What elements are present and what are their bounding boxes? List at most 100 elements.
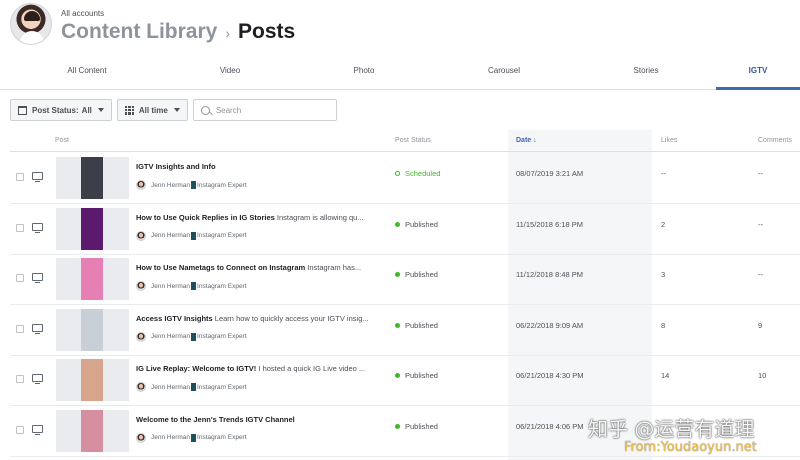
author-name: Jenn Herman xyxy=(151,232,191,239)
author-name: Jenn Herman xyxy=(151,333,191,340)
author-separator xyxy=(191,383,197,391)
tab-igtv[interactable]: IGTV xyxy=(716,56,800,90)
post-date: 06/21/2018 4:30 PM xyxy=(516,371,584,380)
likes-count: 14 xyxy=(661,371,670,380)
post-date: 06/21/2018 4:06 PM xyxy=(516,421,584,431)
comments-count: -- xyxy=(758,219,763,229)
thumbnail-image xyxy=(81,409,103,452)
table-header: Post Post Status Date ↓ Likes Comments xyxy=(10,130,800,152)
post-thumbnail[interactable] xyxy=(56,308,129,351)
monitor-icon xyxy=(32,222,43,233)
caret-down-icon xyxy=(173,108,180,112)
search-icon xyxy=(200,105,210,115)
column-header-comments[interactable]: Comments xyxy=(758,130,792,152)
column-header-date[interactable]: Date ↓ xyxy=(516,130,537,152)
status-badge: Published xyxy=(395,371,438,380)
column-header-likes[interactable]: Likes xyxy=(661,130,677,152)
search-box[interactable] xyxy=(192,99,337,121)
status-badge: Published xyxy=(395,321,438,330)
post-title-text: How to Use Nametags to Connect on Instag… xyxy=(136,263,306,272)
author-separator xyxy=(191,231,197,240)
status-text: Published xyxy=(405,421,438,431)
table-row[interactable]: How to Use Quick Replies in IG Stories I… xyxy=(10,204,800,255)
author-avatar xyxy=(136,281,146,291)
thumbnail-image xyxy=(81,359,103,401)
row-checkbox[interactable] xyxy=(16,274,24,282)
column-header-post[interactable]: Post xyxy=(55,130,69,152)
search-input[interactable] xyxy=(215,105,326,115)
row-checkbox[interactable] xyxy=(16,425,24,434)
page-title: Posts xyxy=(238,20,296,43)
author-separator xyxy=(191,332,197,341)
post-description: I hosted a quick IG Live video ... xyxy=(258,364,366,373)
table-row[interactable]: How to Use Nametags to Connect on Instag… xyxy=(10,254,800,305)
likes-count: 8 xyxy=(661,320,666,330)
post-description: Instagram has... xyxy=(307,263,362,272)
tab-carousel[interactable]: Carousel xyxy=(462,56,546,90)
row-checkbox[interactable] xyxy=(16,223,24,232)
post-title-text: Welcome to the Jenn's Trends IGTV Channe… xyxy=(136,414,295,424)
post-thumbnail[interactable] xyxy=(56,409,129,452)
author-avatar xyxy=(136,382,146,392)
post-thumbnail[interactable] xyxy=(56,258,129,300)
post-title[interactable]: IG Live Replay: Welcome to IGTV! I hoste… xyxy=(136,364,376,373)
author-separator xyxy=(191,282,197,290)
row-checkbox[interactable] xyxy=(16,173,24,181)
author-name: Jenn Herman xyxy=(151,181,191,189)
author-avatar xyxy=(136,331,146,342)
post-title[interactable]: How to Use Nametags to Connect on Instag… xyxy=(136,263,376,272)
tab-photo[interactable]: Photo xyxy=(322,56,406,90)
status-badge: Published xyxy=(395,422,438,431)
time-range-filter[interactable]: All time xyxy=(116,99,188,121)
post-thumbnail[interactable] xyxy=(56,157,129,199)
monitor-icon xyxy=(32,374,43,384)
status-text: Published xyxy=(405,219,438,229)
watermark-source: From:Youdaoyun.net xyxy=(624,440,757,455)
all-accounts-link[interactable]: All accounts xyxy=(61,9,104,18)
account-avatar[interactable] xyxy=(10,3,52,45)
monitor-icon xyxy=(32,323,43,334)
table-row[interactable]: Access IGTV Insights Learn how to quickl… xyxy=(10,305,800,356)
row-checkbox[interactable] xyxy=(16,324,24,333)
tab-video[interactable]: Video xyxy=(188,56,272,90)
comments-count: 9 xyxy=(758,320,763,330)
post-date: 08/07/2019 3:21 AM xyxy=(516,169,584,178)
status-dot-icon xyxy=(395,322,400,328)
breadcrumb: Content Library › Posts xyxy=(61,20,295,44)
status-dot-icon xyxy=(395,272,400,277)
post-title[interactable]: How to Use Quick Replies in IG Stories I… xyxy=(136,213,376,222)
post-status-filter[interactable]: Post Status: All xyxy=(10,99,112,121)
breadcrumb-content-library[interactable]: Content Library xyxy=(61,20,217,44)
column-header-status[interactable]: Post Status xyxy=(395,130,431,152)
author-role: Instagram Expert xyxy=(197,434,247,441)
thumbnail-image xyxy=(81,157,103,199)
thumbnail-image xyxy=(81,258,103,300)
table-row[interactable]: IG Live Replay: Welcome to IGTV! I hoste… xyxy=(10,355,800,406)
post-title[interactable]: Welcome to the Jenn's Trends IGTV Channe… xyxy=(136,415,376,424)
post-description: Learn how to quickly access your IGTV in… xyxy=(214,313,369,323)
post-date: 11/12/2018 8:48 PM xyxy=(516,270,583,279)
post-title-text: IGTV Insights and Info xyxy=(136,162,216,171)
thumbnail-image xyxy=(81,308,103,351)
tab-stories[interactable]: Stories xyxy=(604,56,688,90)
author-avatar xyxy=(136,180,146,190)
avatar-shoulders xyxy=(20,31,44,44)
post-author: Jenn Herman Instagram Expert xyxy=(136,230,247,241)
post-title[interactable]: Access IGTV Insights Learn how to quickl… xyxy=(136,314,376,323)
post-title[interactable]: IGTV Insights and Info xyxy=(136,162,376,171)
status-badge: Published xyxy=(395,220,438,229)
monitor-icon xyxy=(32,424,43,435)
monitor-icon xyxy=(32,273,43,283)
status-dot-icon xyxy=(395,221,400,227)
table-row[interactable]: IGTV Insights and Info Jenn Herman Instag… xyxy=(10,153,800,204)
post-date: 06/22/2018 9:09 AM xyxy=(516,320,584,330)
caret-down-icon xyxy=(97,108,104,112)
post-description: Instagram is allowing qu... xyxy=(276,212,364,222)
author-role: Instagram Expert xyxy=(197,282,247,290)
tab-all-content[interactable]: All Content xyxy=(30,56,144,90)
author-avatar xyxy=(136,432,146,443)
post-thumbnail[interactable] xyxy=(56,359,129,401)
row-checkbox[interactable] xyxy=(16,375,24,383)
author-separator xyxy=(191,433,197,442)
post-thumbnail[interactable] xyxy=(56,207,129,250)
